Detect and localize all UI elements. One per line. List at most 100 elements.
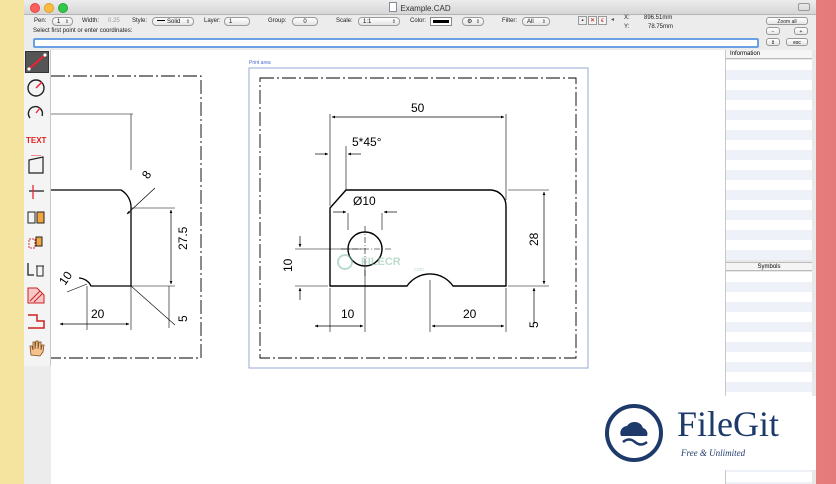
scale-select[interactable]: 1:1 ⇕	[358, 17, 400, 26]
window-title: Example.CAD	[400, 4, 451, 13]
dim-20-bottom: 20	[463, 307, 477, 321]
style-select[interactable]: Solid ⇕	[152, 17, 194, 26]
trash-icon	[27, 263, 44, 277]
line-icon	[27, 53, 47, 71]
symbols-panel-title: Symbols	[726, 262, 812, 271]
dimension-tool-button[interactable]	[25, 154, 49, 177]
group-select[interactable]: 0	[292, 17, 318, 26]
perpendicular-icon	[29, 185, 44, 199]
y-label: Y:	[624, 24, 630, 30]
hatch-tool-button[interactable]	[25, 285, 49, 307]
zoom-out-button[interactable]: −	[766, 27, 780, 35]
stepper-icon: ⇕	[541, 19, 546, 25]
window-title-wrap: Example.CAD	[24, 2, 816, 13]
pen-value: 1	[57, 19, 61, 25]
stepper-icon: ⇕	[475, 19, 480, 25]
color-well[interactable]	[430, 17, 452, 26]
zoom-in-button[interactable]: +	[794, 27, 808, 35]
dim-5x45: 5*45°	[352, 135, 382, 149]
group-value: 0	[303, 19, 307, 25]
text-tool-button[interactable]: TEXT	[25, 129, 49, 151]
pan-tool-button[interactable]	[25, 337, 49, 359]
cloud-icon	[620, 421, 648, 446]
arc-icon	[27, 105, 44, 119]
left-dim-8: 8	[139, 168, 154, 182]
toolbar-toggle-button[interactable]	[798, 3, 810, 11]
hatch-icon	[27, 287, 45, 304]
esc-button[interactable]: esc	[786, 38, 808, 46]
left-dim-20: 20	[91, 307, 105, 321]
arc-tool-button[interactable]	[25, 103, 49, 125]
command-input[interactable]	[33, 38, 759, 48]
circle-tool-button[interactable]	[25, 77, 49, 99]
snap-grid-icon[interactable]: ▪	[578, 16, 587, 25]
width-label: Width:	[82, 18, 100, 24]
dim-dia-10: Ø10	[353, 194, 376, 208]
gear-icon: ⚙	[467, 19, 473, 25]
information-list[interactable]	[726, 60, 812, 260]
filegit-watermark: FileGit Free & Unlimited	[585, 396, 816, 470]
dim-10-left: 10	[281, 258, 295, 272]
group-label: Group:	[268, 18, 287, 24]
move-icon	[28, 236, 43, 249]
dimension-icon	[28, 154, 44, 174]
filegit-tagline: Free & Unlimited	[681, 448, 746, 458]
stepper-icon: ⇕	[185, 19, 190, 25]
left-dim-27-5: 27.5	[176, 226, 190, 250]
left-sheet: ) 8 27.5 20 5 10	[47, 75, 202, 359]
svg-text:TEXT: TEXT	[26, 136, 47, 145]
style-label: Style:	[132, 18, 148, 24]
scale-value: 1:1	[363, 19, 372, 25]
filegit-name: FileGit	[677, 404, 780, 444]
pen-label: Pen:	[34, 18, 47, 24]
dim-28: 28	[527, 232, 541, 246]
x-label: X:	[624, 15, 630, 21]
document-icon	[389, 2, 398, 12]
filecr-watermark: FILECR .com	[337, 254, 424, 273]
dim-50: 50	[411, 101, 425, 115]
copy-tool-button[interactable]	[25, 207, 49, 229]
layer-select[interactable]: 1	[224, 17, 250, 26]
delete-tool-button[interactable]	[25, 259, 49, 281]
filecr-text: FILECR	[361, 256, 401, 268]
stepper-button[interactable]: ⇕	[766, 38, 780, 46]
snap-cross-icon[interactable]: ✕	[588, 16, 597, 25]
stepper-icon: ⇕	[391, 19, 396, 25]
filegit-logo	[605, 404, 663, 462]
color-label: Color:	[410, 18, 427, 24]
move-tool-button[interactable]	[25, 233, 49, 255]
title-bar: Example.CAD	[24, 0, 816, 15]
zoom-all-button[interactable]: Zoom all	[766, 17, 808, 25]
print-area-label: Print area	[249, 60, 271, 66]
polyline-icon	[28, 314, 45, 329]
part-drawing: 50 5*45° Ø10 28 5 10 10 20	[281, 101, 549, 332]
snap-arrow-icon[interactable]: ◂	[608, 16, 617, 25]
color-swatch	[433, 20, 449, 23]
tool-palette: TEXT	[24, 50, 51, 366]
settings-select[interactable]: ⚙ ⇕	[462, 17, 484, 26]
text-icon: TEXT	[26, 136, 47, 145]
layer-label: Layer:	[204, 18, 221, 24]
dim-5-right: 5	[527, 321, 541, 328]
filter-label: Filter:	[502, 18, 517, 24]
line-tool-button[interactable]	[25, 51, 49, 73]
layer-value: 1	[229, 19, 233, 25]
style-value: Solid	[167, 19, 181, 25]
pen-select[interactable]: 1 ⇕	[52, 17, 73, 26]
y-value: 78.75mm	[648, 24, 674, 30]
polyline-tool-button[interactable]	[25, 311, 49, 333]
command-prompt: Select first point or enter coordinates:	[33, 28, 133, 34]
filecr-sub: .com	[413, 267, 424, 273]
scale-label: Scale:	[336, 18, 353, 24]
information-panel-title: Information	[726, 50, 812, 59]
left-dim-5: 5	[176, 315, 190, 322]
dim-10-bottom: 10	[341, 307, 355, 321]
left-dim-r10: 10	[56, 268, 75, 287]
filter-select[interactable]: All ⇕	[522, 17, 550, 26]
perpendicular-tool-button[interactable]	[25, 181, 49, 203]
stepper-icon: ⇕	[64, 19, 69, 25]
hand-icon	[29, 340, 45, 357]
snap-magnet-icon[interactable]: ϵ	[598, 16, 607, 25]
filter-value: All	[527, 19, 534, 25]
sheet-border	[259, 77, 577, 359]
